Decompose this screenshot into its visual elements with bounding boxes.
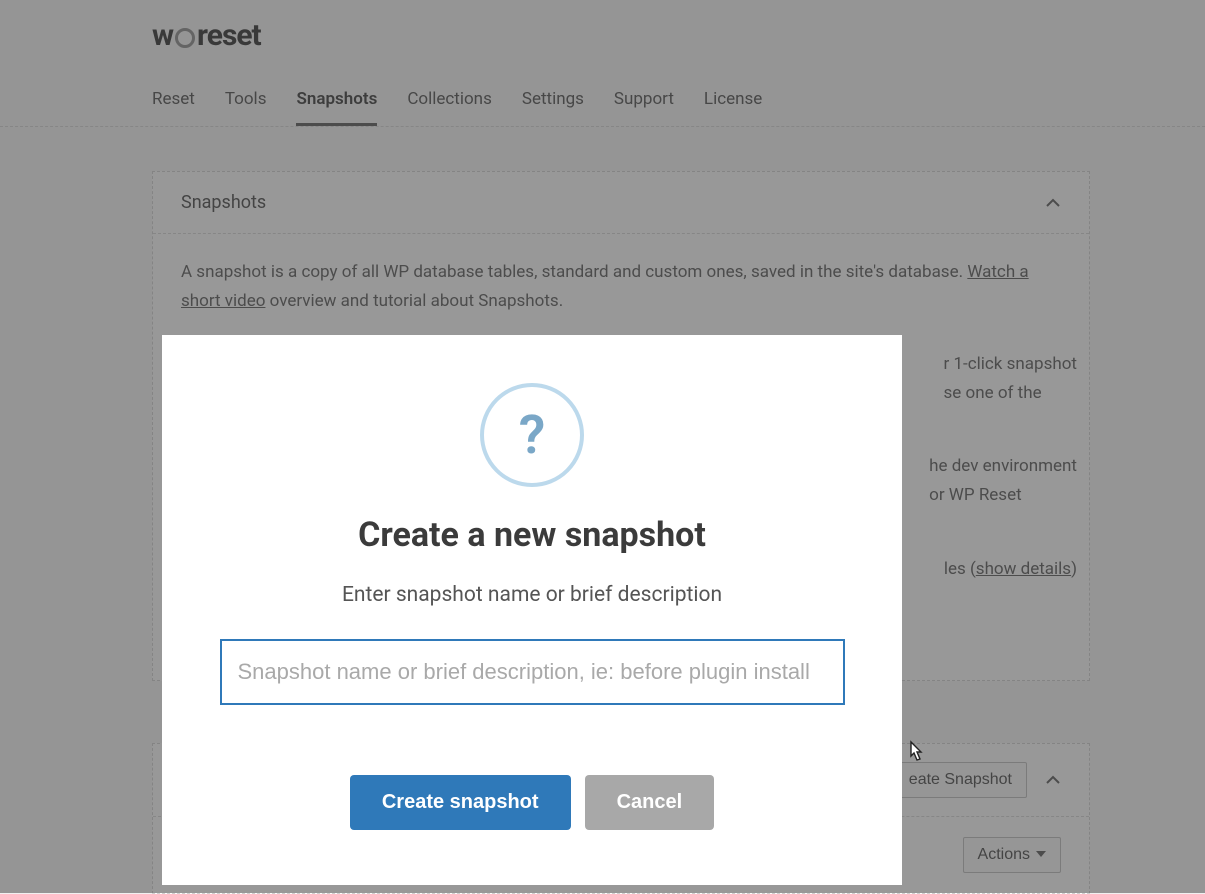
- snapshot-name-input[interactable]: [220, 639, 845, 705]
- confirm-create-snapshot-button[interactable]: Create snapshot: [350, 775, 571, 830]
- modal-title: Create a new snapshot: [212, 515, 852, 555]
- modal-button-row: Create snapshot Cancel: [212, 775, 852, 830]
- modal-subtitle: Enter snapshot name or brief description: [212, 583, 852, 607]
- page-root: w reset Reset Tools Snapshots Collection…: [0, 0, 1205, 893]
- cancel-button[interactable]: Cancel: [585, 775, 715, 830]
- question-icon: ?: [480, 383, 584, 487]
- create-snapshot-modal: ? Create a new snapshot Enter snapshot n…: [162, 335, 902, 885]
